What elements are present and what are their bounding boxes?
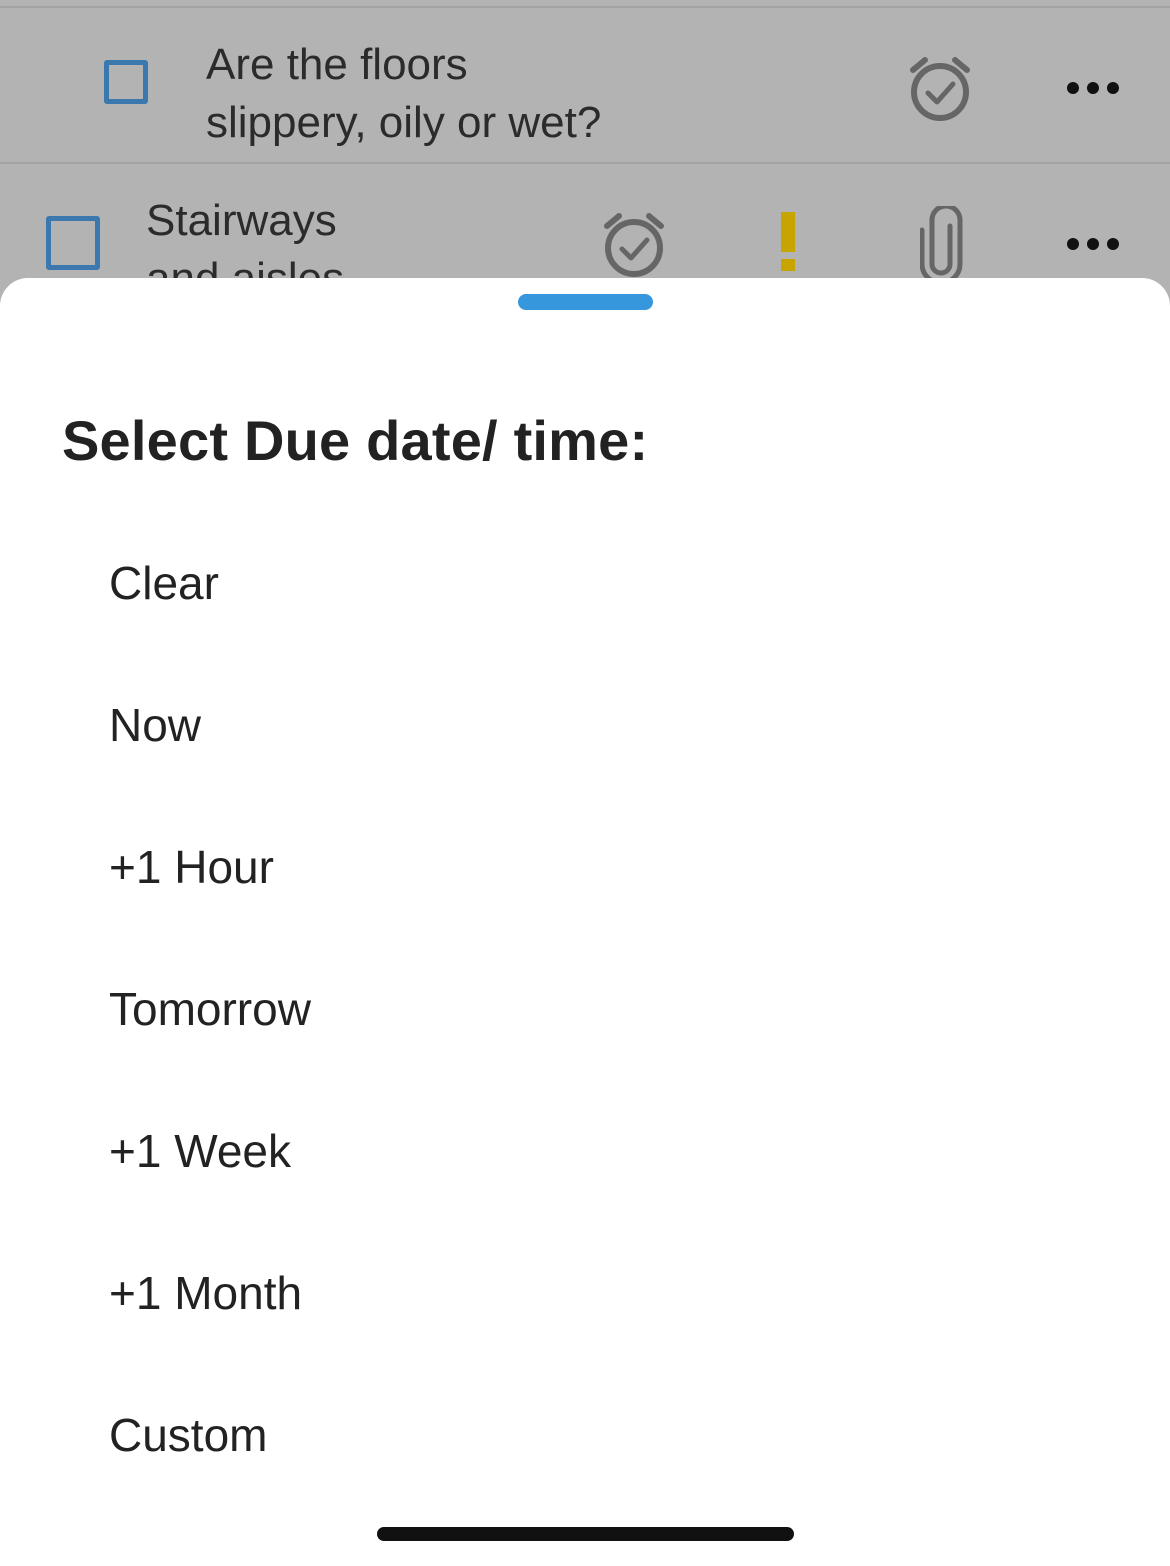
task-title-line: Stairways: [146, 196, 337, 245]
due-date-sheet: Select Due date/ time: Clear Now +1 Hour…: [0, 278, 1170, 1566]
task-title-line: slippery, oily or wet?: [206, 98, 602, 147]
more-icon[interactable]: [1064, 234, 1124, 254]
task-row[interactable]: Are the floors slippery, oily or wet?: [0, 6, 1170, 162]
attachment-icon[interactable]: [920, 206, 964, 282]
alarm-check-icon[interactable]: [599, 208, 669, 280]
home-indicator: [377, 1527, 794, 1541]
option-now[interactable]: Now: [109, 685, 1009, 765]
option-clear[interactable]: Clear: [109, 543, 1009, 623]
checkbox-icon[interactable]: [46, 216, 100, 270]
priority-icon[interactable]: [778, 212, 798, 274]
checkbox-icon[interactable]: [104, 60, 148, 104]
option-plus-1-month[interactable]: +1 Month: [109, 1253, 1009, 1333]
option-tomorrow[interactable]: Tomorrow: [109, 969, 1009, 1049]
option-custom[interactable]: Custom: [109, 1395, 1009, 1475]
option-plus-1-hour[interactable]: +1 Hour: [109, 827, 1009, 907]
task-title: Are the floors slippery, oily or wet?: [206, 36, 601, 152]
alarm-check-icon[interactable]: [905, 52, 975, 124]
more-icon[interactable]: [1064, 78, 1124, 98]
task-title-line: Are the floors: [206, 40, 468, 89]
sheet-grabber[interactable]: [518, 294, 653, 310]
sheet-title: Select Due date/ time:: [62, 409, 649, 472]
option-plus-1-week[interactable]: +1 Week: [109, 1111, 1009, 1191]
